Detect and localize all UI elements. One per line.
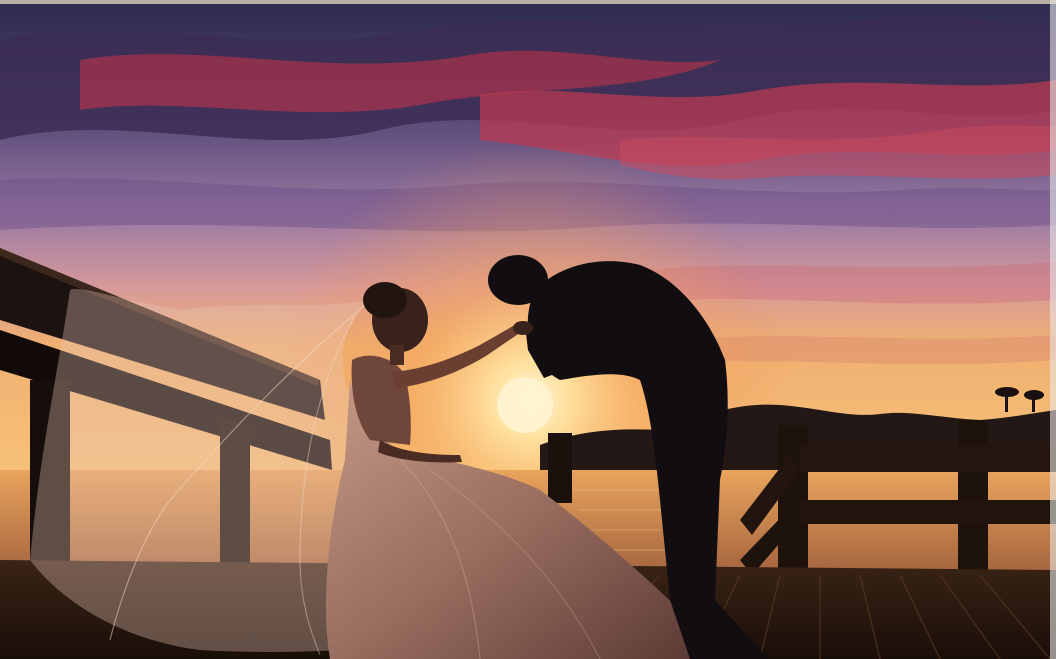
hands	[513, 321, 533, 335]
wedding-photo	[0, 0, 1056, 659]
right-border	[1050, 0, 1056, 659]
photo-canvas	[0, 0, 1056, 659]
sun	[497, 377, 553, 433]
top-border	[0, 0, 1056, 4]
